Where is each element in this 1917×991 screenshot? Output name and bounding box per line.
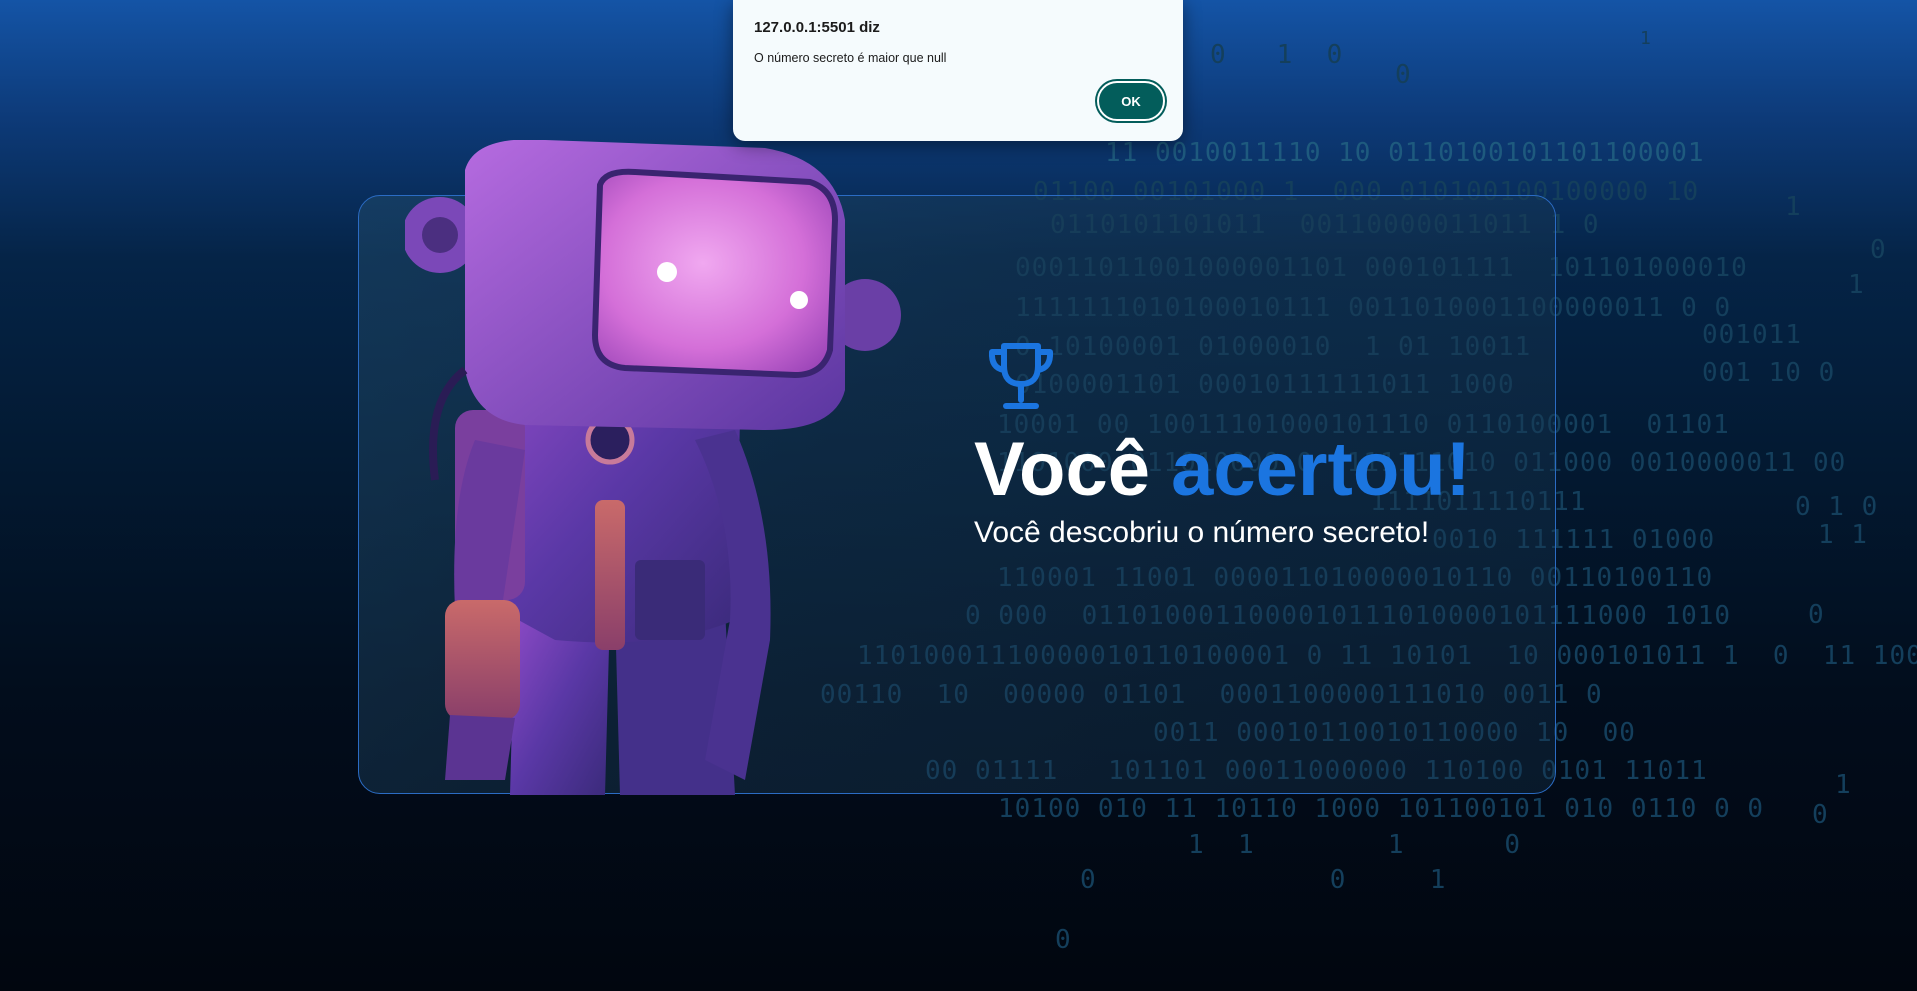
alert-title: 127.0.0.1:5501 diz xyxy=(754,19,880,36)
binary-text: 0 xyxy=(1055,925,1072,955)
binary-text: 1 xyxy=(1848,270,1865,300)
binary-text: 1 xyxy=(1640,28,1652,49)
browser-alert-dialog: 127.0.0.1:5501 diz O número secreto é ma… xyxy=(733,0,1183,141)
result-title: Você acertou! xyxy=(974,430,1534,510)
robot-astronaut-illustration xyxy=(405,140,901,795)
binary-text: 0 xyxy=(1812,800,1829,830)
alert-ok-button[interactable]: OK xyxy=(1097,81,1165,121)
result-subtitle: Você descobriu o número secreto! xyxy=(974,516,1430,549)
binary-text: 1 1 1 0 xyxy=(1188,830,1522,860)
binary-text: 0 xyxy=(1395,60,1412,90)
binary-text: 001 10 0 xyxy=(1702,358,1836,388)
binary-text: 1 xyxy=(1835,770,1852,800)
result-panel: Você acertou! Você descobriu o número se… xyxy=(974,340,1534,550)
binary-text: 11 0010011110 10 0110100101101100001 xyxy=(1105,138,1705,168)
binary-text: 10100 010 11 10110 1000 101100101 010 01… xyxy=(998,794,1765,824)
binary-text: 1 1 xyxy=(1818,520,1868,550)
binary-text: 0 0 1 xyxy=(1080,865,1447,895)
binary-text: 001011 xyxy=(1702,320,1802,350)
alert-message: O número secreto é maior que null xyxy=(754,51,947,65)
binary-text: 0 1 0 xyxy=(1795,492,1879,522)
trophy-icon xyxy=(988,343,1054,409)
result-title-accent: acertou! xyxy=(1171,427,1471,512)
binary-text: 0 xyxy=(1870,235,1887,265)
result-title-main: Você xyxy=(974,427,1172,512)
binary-text: 1 xyxy=(1785,192,1802,222)
binary-text: 0 xyxy=(1808,600,1825,630)
binary-text: 0 1 0 xyxy=(1210,40,1344,70)
